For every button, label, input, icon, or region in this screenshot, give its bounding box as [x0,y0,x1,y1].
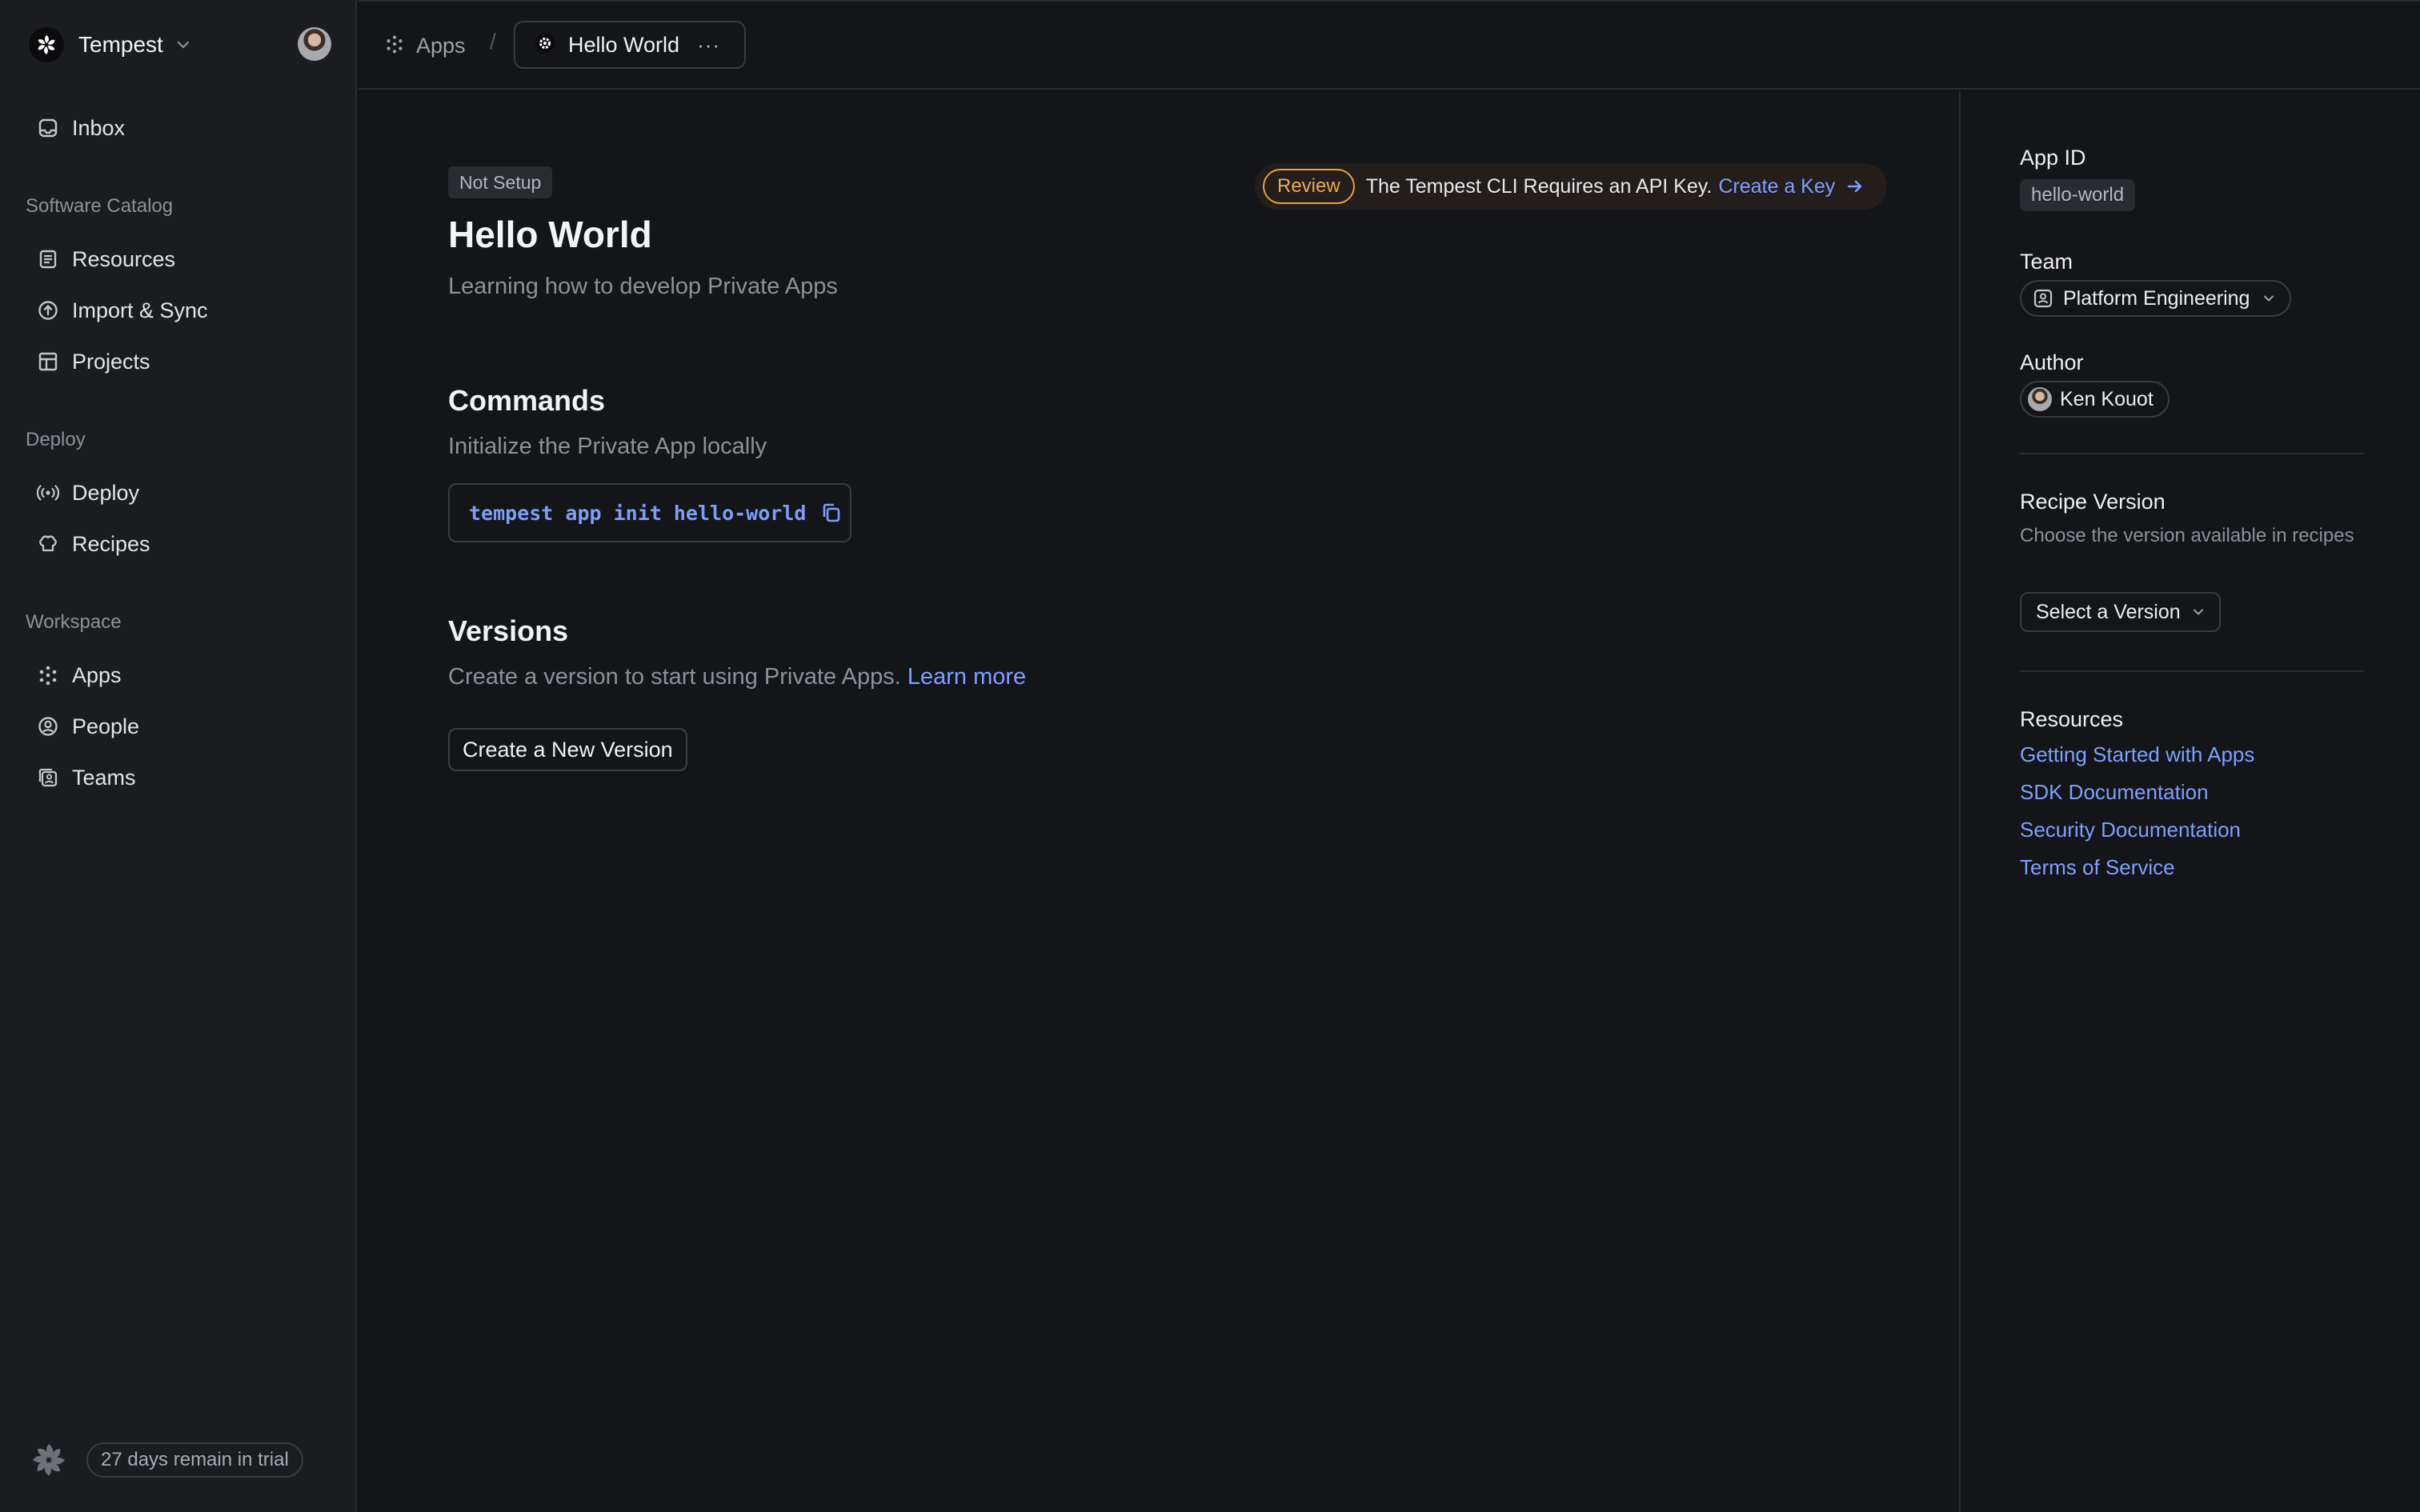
review-badge: Review [1263,169,1355,204]
getting-started-link[interactable]: Getting Started with Apps [2020,742,2254,767]
section-title-software-catalog: Software Catalog [26,195,174,217]
sidebar-item-people[interactable]: People [26,704,330,749]
trial-footer: 27 days remain in trial [29,1440,303,1480]
app-id-label: App ID [2020,146,2086,170]
resources-label: Resources [2020,707,2124,731]
sidebar-item-label: Import & Sync [72,298,208,322]
sidebar-item-deploy[interactable]: Deploy [26,470,330,515]
apps-dots-icon [35,662,61,688]
chevron-down-icon [176,40,190,50]
breadcrumb: Apps / Hello World ··· [359,0,2420,90]
versions-heading: Versions [448,614,569,647]
team-label: Team [2020,250,2073,274]
section-title-workspace: Workspace [26,611,122,633]
tempest-logo-icon [29,1440,69,1480]
app-id-value: hello-world [2020,179,2136,211]
commands-heading: Commands [448,384,606,417]
sidebar-item-label: Projects [72,349,150,374]
breadcrumb-apps[interactable]: Apps [384,30,466,61]
trial-badge[interactable]: 27 days remain in trial [86,1442,303,1478]
sidebar-item-label: People [72,714,140,738]
terms-of-service-link[interactable]: Terms of Service [2020,855,2175,880]
sidebar-item-resources[interactable]: Resources [26,237,330,282]
chevron-down-icon [2192,608,2205,616]
sidebar-item-label: Inbox [72,115,126,140]
create-key-link[interactable]: Create a Key [1718,175,1864,198]
sidebar-item-apps[interactable]: Apps [26,653,330,698]
workspace-switcher[interactable]: Tempest [29,27,333,62]
breadcrumb-current-label: Hello World [568,32,680,57]
author-chip[interactable]: Ken Kouot [2020,381,2170,418]
section-title-deploy: Deploy [26,429,86,450]
status-badge: Not Setup [448,166,553,198]
copy-icon[interactable] [820,502,843,524]
sidebar-item-label: Deploy [72,480,140,505]
team-select[interactable]: Platform Engineering [2020,280,2292,317]
chevron-down-icon [2262,294,2275,302]
breadcrumb-separator: / [490,29,496,54]
upload-circle-icon [35,298,61,323]
user-avatar[interactable] [298,27,331,61]
security-documentation-link[interactable]: Security Documentation [2020,818,2241,842]
layout-icon [35,349,61,374]
tempest-logo-icon [29,27,64,62]
sidebar-item-import-sync[interactable]: Import & Sync [26,288,330,333]
page-title: Hello World [448,214,652,255]
user-circle-icon [35,714,61,739]
select-version-label: Select a Version [2036,600,2181,623]
recipe-version-description: Choose the version available in recipes [2020,525,2354,546]
apps-dots-icon [384,34,405,58]
more-options-icon[interactable]: ··· [697,33,720,58]
divider [2020,453,2364,454]
page-subtitle: Learning how to develop Private Apps [448,274,838,299]
team-icon [35,765,61,790]
sidebar-item-inbox[interactable]: Inbox [26,106,330,150]
breadcrumb-apps-label: Apps [416,33,466,58]
versions-description-text: Create a version to start using Private … [448,664,901,690]
broadcast-icon [35,480,61,506]
command-text[interactable]: tempest app init hello-world [469,502,806,525]
sidebar-item-recipes[interactable]: Recipes [26,522,330,566]
banner-text: The Tempest CLI Requires an API Key. [1365,174,1713,198]
api-key-banner: Review The Tempest CLI Requires an API K… [1255,163,1887,210]
main-content: Not Setup Hello World Learning how to de… [359,91,1959,1512]
author-value: Ken Kouot [2060,387,2154,410]
sidebar-item-projects[interactable]: Projects [26,339,330,384]
sidebar: Tempest Inbox Software Catalog Resources… [0,0,357,1512]
divider [2020,670,2364,672]
sdk-documentation-link[interactable]: SDK Documentation [2020,780,2209,805]
document-icon [35,246,61,272]
sidebar-item-label: Resources [72,246,176,271]
create-new-version-button[interactable]: Create a New Version [448,728,687,771]
learn-more-link[interactable]: Learn more [908,664,1026,690]
breadcrumb-current-app[interactable]: Hello World ··· [514,21,746,69]
recipe-version-label: Recipe Version [2020,490,2166,514]
team-value: Platform Engineering [2063,286,2250,310]
arrow-right-icon [1846,178,1864,194]
workspace-name: Tempest [78,32,163,57]
sidebar-item-label: Recipes [72,531,150,556]
sidebar-item-label: Teams [72,765,136,790]
chef-hat-icon [35,531,61,557]
create-key-label: Create a Key [1718,174,1836,198]
sidebar-item-teams[interactable]: Teams [26,755,330,800]
sidebar-item-label: Apps [72,662,122,687]
details-panel: App ID hello-world Team Platform Enginee… [1959,91,2420,1512]
team-badge-icon [2033,288,2053,309]
commands-description: Initialize the Private App locally [448,434,767,459]
command-snippet: tempest app init hello-world [448,483,851,542]
versions-description: Create a version to start using Private … [448,664,1026,690]
app-gear-icon [535,33,555,58]
select-version-dropdown[interactable]: Select a Version [2020,592,2221,632]
inbox-icon [35,115,61,141]
author-avatar [2028,387,2052,411]
author-label: Author [2020,350,2084,374]
